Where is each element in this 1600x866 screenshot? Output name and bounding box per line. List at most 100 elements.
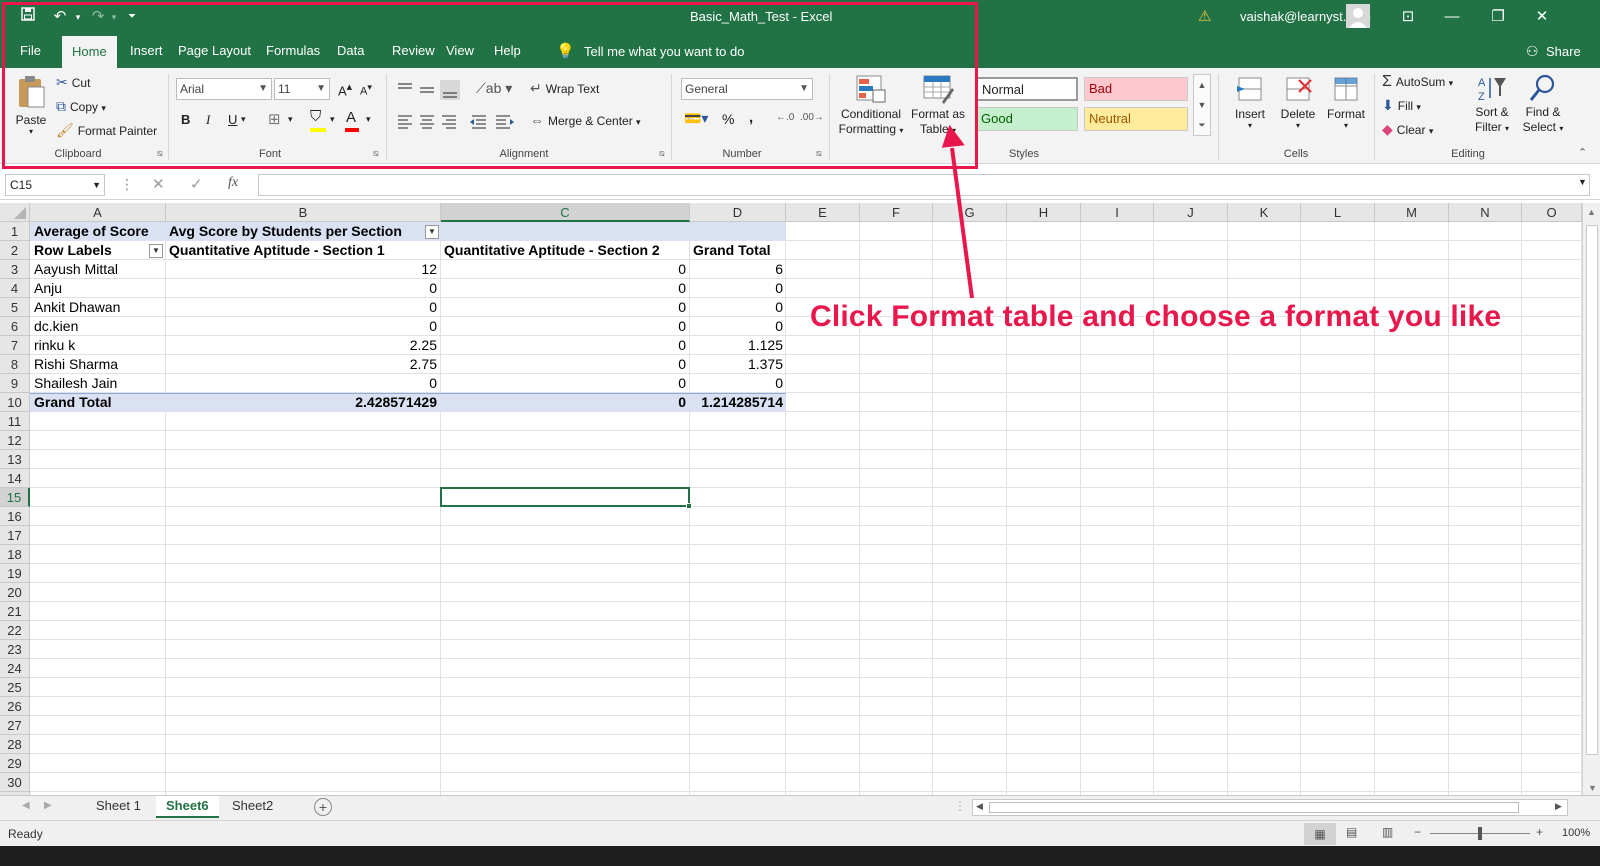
- pivot-grand-total-s2[interactable]: 0: [441, 393, 689, 412]
- column-header-M[interactable]: M: [1375, 203, 1449, 222]
- row-header-8[interactable]: 8: [0, 355, 30, 374]
- pivot-cell-total[interactable]: 0: [690, 374, 786, 393]
- pivot-col-header-section1[interactable]: Quantitative Aptitude - Section 1: [166, 241, 440, 260]
- bold-button[interactable]: B: [181, 112, 190, 127]
- pivot-cell-s2[interactable]: 0: [441, 279, 689, 298]
- pivot-cell-total[interactable]: 1.125: [690, 336, 786, 355]
- expand-formula-bar-icon[interactable]: ▼: [1578, 177, 1587, 187]
- scroll-right-icon[interactable]: ▶: [1555, 801, 1562, 812]
- pivot-cell-name[interactable]: rinku k: [31, 336, 165, 355]
- row-header-5[interactable]: 5: [0, 298, 30, 317]
- column-header-C[interactable]: C: [441, 203, 690, 222]
- pivot-cell-s2[interactable]: 0: [441, 374, 689, 393]
- row-header-28[interactable]: 28: [0, 735, 30, 754]
- row-header-23[interactable]: 23: [0, 640, 30, 659]
- underline-dropdown-icon[interactable]: ▾: [241, 114, 246, 125]
- find-select-button[interactable]: Find & Select ▾: [1518, 74, 1568, 136]
- sheet-tab-sheet2[interactable]: Sheet2: [222, 796, 283, 818]
- pivot-cell-total[interactable]: 0: [690, 298, 786, 317]
- collapse-ribbon-icon[interactable]: ⌃: [1578, 146, 1587, 159]
- format-painter-button[interactable]: 🖌 Format Painter: [56, 122, 157, 139]
- column-header-G[interactable]: G: [933, 203, 1007, 222]
- vertical-scroll-thumb[interactable]: [1586, 225, 1598, 755]
- pivot-cell-s2[interactable]: 0: [441, 355, 689, 374]
- undo-icon[interactable]: ↶: [50, 7, 70, 27]
- row-header-18[interactable]: 18: [0, 545, 30, 564]
- select-all-button[interactable]: [0, 203, 30, 222]
- clear-button[interactable]: ◆ Clear ▾: [1382, 121, 1433, 138]
- pivot-cell-s1[interactable]: 12: [166, 260, 440, 279]
- style-bad[interactable]: Bad: [1084, 77, 1188, 101]
- pivot-cell-s2[interactable]: 0: [441, 317, 689, 336]
- format-cells-button[interactable]: Format ▾: [1322, 74, 1370, 130]
- row-header-16[interactable]: 16: [0, 507, 30, 526]
- chevron-down-icon[interactable]: ▼: [92, 175, 101, 195]
- tab-home[interactable]: Home: [62, 36, 117, 68]
- zoom-out-icon[interactable]: −: [1414, 825, 1421, 839]
- shrink-font-button[interactable]: A▾: [360, 82, 372, 98]
- merge-center-button[interactable]: ⇔ Merge & Center ▾: [530, 112, 641, 128]
- increase-decimal-icon[interactable]: ←.0: [776, 112, 794, 123]
- name-box[interactable]: C15 ▼: [5, 174, 105, 196]
- pivot-grand-total-label[interactable]: Grand Total: [31, 393, 165, 412]
- pivot-cell-name[interactable]: dc.kien: [31, 317, 165, 336]
- confirm-entry-icon[interactable]: ✓: [190, 175, 203, 193]
- redo-dropdown-icon[interactable]: ▾: [104, 7, 124, 27]
- number-format-combo[interactable]: General ▼: [681, 78, 813, 100]
- pivot-col-header-section2[interactable]: Quantitative Aptitude - Section 2: [441, 241, 689, 260]
- italic-button[interactable]: I: [206, 112, 210, 128]
- row-header-2[interactable]: 2: [0, 241, 30, 260]
- pivot-cell-s1[interactable]: 0: [166, 279, 440, 298]
- clipboard-launcher-icon[interactable]: ⧅: [157, 148, 163, 159]
- tab-help[interactable]: Help: [484, 34, 531, 68]
- format-as-table-button[interactable]: Format as Table ▾: [908, 74, 968, 138]
- save-icon[interactable]: [18, 7, 38, 27]
- row-header-3[interactable]: 3: [0, 260, 30, 279]
- column-header-B[interactable]: B: [166, 203, 441, 222]
- pivot-cell-s2[interactable]: 0: [441, 336, 689, 355]
- insert-function-icon[interactable]: fx: [228, 175, 238, 191]
- comma-button[interactable]: ,: [749, 109, 753, 126]
- insert-cells-button[interactable]: Insert ▾: [1228, 74, 1272, 130]
- accounting-format-icon[interactable]: 💳▾: [684, 110, 708, 127]
- column-header-L[interactable]: L: [1301, 203, 1375, 222]
- conditional-formatting-button[interactable]: Conditional Formatting ▾: [836, 74, 906, 138]
- borders-icon[interactable]: ⊞: [268, 110, 281, 128]
- scroll-up-icon[interactable]: ▲: [1583, 207, 1600, 217]
- fill-button[interactable]: ⬇ Fill ▾: [1382, 97, 1421, 114]
- new-sheet-icon[interactable]: +: [314, 798, 332, 816]
- row-header-27[interactable]: 27: [0, 716, 30, 735]
- active-cell-C15[interactable]: [440, 487, 690, 507]
- scroll-left-icon[interactable]: ◀: [976, 801, 983, 812]
- undo-dropdown-icon[interactable]: ▾: [68, 7, 88, 27]
- row-header-29[interactable]: 29: [0, 754, 30, 773]
- chevron-up-icon[interactable]: ▲: [1194, 75, 1210, 95]
- row-header-20[interactable]: 20: [0, 583, 30, 602]
- row-header-7[interactable]: 7: [0, 336, 30, 355]
- sheet-tab-sheet1[interactable]: Sheet 1: [86, 796, 151, 818]
- tab-view[interactable]: View: [436, 34, 484, 68]
- pivot-cell-total[interactable]: 0: [690, 279, 786, 298]
- pivot-cell-total[interactable]: 0: [690, 317, 786, 336]
- paste-button[interactable]: Paste ▾: [14, 74, 48, 136]
- warning-icon[interactable]: ⚠: [1198, 7, 1211, 25]
- ribbon-display-options-icon[interactable]: ⊡: [1388, 4, 1428, 30]
- horizontal-scroll-thumb[interactable]: [989, 802, 1519, 813]
- pivot-cell-total[interactable]: 1.375: [690, 355, 786, 374]
- page-break-view-icon[interactable]: ▥: [1382, 825, 1393, 839]
- row-header-9[interactable]: 9: [0, 374, 30, 393]
- cut-button[interactable]: ✂ Cut: [56, 74, 90, 91]
- zoom-level[interactable]: 100%: [1562, 827, 1590, 839]
- restore-icon[interactable]: ❐: [1478, 4, 1518, 30]
- pivot-cell-total[interactable]: 6: [690, 260, 786, 279]
- row-filter-button[interactable]: ▼: [149, 244, 163, 258]
- orientation-icon[interactable]: ⟋ab ▾: [476, 80, 512, 97]
- pivot-values-label[interactable]: Average of Score: [31, 222, 165, 241]
- delete-cells-button[interactable]: Delete ▾: [1274, 74, 1322, 130]
- row-header-17[interactable]: 17: [0, 526, 30, 545]
- column-header-N[interactable]: N: [1449, 203, 1522, 222]
- sort-filter-button[interactable]: AZ Sort & Filter ▾: [1468, 74, 1516, 136]
- pivot-cell-s1[interactable]: 0: [166, 298, 440, 317]
- pivot-cell-name[interactable]: Aayush Mittal: [31, 260, 165, 279]
- column-header-F[interactable]: F: [860, 203, 933, 222]
